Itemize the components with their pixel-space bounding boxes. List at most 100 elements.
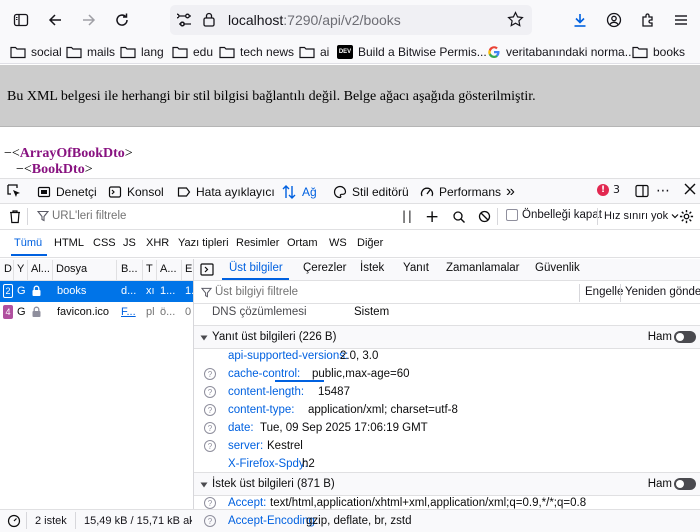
tab-security[interactable]: Güvenlik: [535, 262, 580, 274]
request-initiator-link[interactable]: F...: [121, 306, 141, 318]
extensions-icon[interactable]: [636, 8, 660, 32]
type-filter-fonts[interactable]: Yazı tipleri: [178, 237, 229, 249]
tab-style-editor[interactable]: Stil editörü: [333, 182, 409, 202]
tab-console[interactable]: Konsol: [108, 182, 164, 202]
tab-request[interactable]: İstek: [360, 262, 384, 274]
resend-button[interactable]: Yeniden gönder: [625, 286, 700, 298]
transfer-size: 15,49 kB / 15,71 kB aktar: [84, 515, 192, 527]
help-icon[interactable]: ?: [204, 368, 216, 380]
sidebar-toggle-icon[interactable]: [9, 8, 33, 32]
type-filter-html[interactable]: HTML: [54, 237, 84, 249]
request-transferred: ö...: [160, 306, 176, 318]
tab-inspector[interactable]: Denetçi: [37, 182, 97, 202]
type-filter-xhr[interactable]: XHR: [146, 237, 169, 249]
response-headers-section[interactable]: Yanıt üst bilgileri (226 B) Ham: [194, 325, 700, 349]
request-headers-section[interactable]: İstek üst bilgileri (871 B) Ham: [194, 472, 700, 496]
error-count-badge[interactable]: ! 3: [597, 183, 620, 196]
account-icon[interactable]: [602, 8, 626, 32]
bookmark-veritabani[interactable]: veritabanındaki norma...: [487, 44, 635, 60]
bookmark-mails[interactable]: mails: [66, 44, 115, 60]
disable-cache-checkbox[interactable]: Önbelleği kapat: [506, 209, 602, 221]
type-filter-ws[interactable]: WS: [329, 237, 347, 249]
url-bar[interactable]: localhost:7290/api/v2/books: [170, 5, 532, 35]
bookmark-books[interactable]: books: [632, 44, 685, 60]
checkbox-box[interactable]: [506, 209, 518, 221]
type-filter-media[interactable]: Ortam: [287, 237, 318, 249]
trash-icon[interactable]: [8, 209, 22, 224]
folder-icon: [299, 46, 315, 59]
bookmark-lang[interactable]: lang: [120, 44, 164, 60]
downloads-icon[interactable]: [568, 8, 592, 32]
more-options-icon[interactable]: ⋯: [656, 183, 670, 199]
bookmark-bitwise[interactable]: DEV Build a Bitwise Permis...: [337, 44, 487, 60]
type-filter-all[interactable]: Tümü: [14, 237, 42, 249]
help-icon[interactable]: ?: [204, 515, 216, 527]
bookmark-edu[interactable]: edu: [172, 44, 213, 60]
tab-headers[interactable]: Üst bilgiler: [229, 262, 283, 274]
menu-icon[interactable]: [669, 8, 693, 32]
back-arrow-icon[interactable]: [43, 8, 67, 32]
type-filter-js[interactable]: JS: [123, 237, 136, 249]
element-picker-icon[interactable]: [6, 183, 22, 199]
xml-collapse-toggle[interactable]: −<: [16, 162, 32, 177]
column-divider: [27, 260, 28, 280]
request-header-row: ? Accept-Encoding: gzip, deflate, br, zst…: [194, 513, 700, 531]
block-icon[interactable]: [478, 210, 491, 223]
column-file[interactable]: Dosya: [56, 263, 112, 275]
tab-network[interactable]: Ağ: [281, 182, 317, 202]
lock-icon[interactable]: [202, 11, 216, 27]
help-icon[interactable]: ?: [204, 497, 216, 509]
column-divider: [181, 260, 182, 280]
pause-icon[interactable]: | |: [402, 209, 412, 223]
reload-icon[interactable]: [110, 8, 134, 32]
url-filter-input[interactable]: URL'leri filtrele: [52, 210, 126, 222]
xml-style-notice: Bu XML belgesi ile herhangi bir stil bil…: [0, 65, 700, 127]
help-icon[interactable]: ?: [204, 386, 216, 398]
search-icon[interactable]: [452, 210, 466, 224]
block-button[interactable]: Engelle: [585, 286, 623, 298]
tab-response[interactable]: Yanıt: [403, 262, 429, 274]
tab-debugger[interactable]: Hata ayıklayıcı: [177, 182, 275, 202]
column-status[interactable]: D: [4, 263, 12, 275]
column-size[interactable]: E: [185, 263, 193, 275]
plus-icon[interactable]: +: [425, 207, 439, 227]
forward-arrow-icon[interactable]: [77, 8, 101, 32]
type-filter-other[interactable]: Diğer: [357, 237, 383, 249]
request-row-favicon[interactable]: 4 G favicon.ico F... pl ö... 0: [0, 302, 193, 323]
bookmark-social[interactable]: social: [10, 44, 62, 60]
xml-collapse-toggle[interactable]: −<: [4, 146, 20, 161]
console-icon: [108, 186, 122, 198]
raw-toggle[interactable]: [674, 478, 696, 490]
column-divider: [52, 260, 53, 280]
request-row-books[interactable]: 2 G books d... xı 1... 1...: [0, 281, 193, 302]
column-domain[interactable]: Al...: [31, 263, 51, 275]
header-filter-input[interactable]: Üst bilgiyi filtrele: [215, 286, 298, 298]
help-icon[interactable]: ?: [204, 422, 216, 434]
help-icon[interactable]: ?: [204, 404, 216, 416]
toggle-request-list-icon[interactable]: [200, 263, 214, 276]
more-tabs-chevron-icon[interactable]: »: [506, 182, 515, 202]
type-filter-css[interactable]: CSS: [93, 237, 116, 249]
close-devtools-icon[interactable]: [683, 182, 697, 196]
gear-icon[interactable]: [679, 209, 694, 224]
request-method: G: [17, 306, 26, 318]
dock-side-icon[interactable]: [634, 183, 650, 199]
tab-performance[interactable]: Performans: [420, 182, 501, 202]
bookmark-ai[interactable]: ai: [299, 44, 329, 60]
site-info-icon[interactable]: [177, 12, 193, 28]
column-type[interactable]: T: [146, 263, 154, 275]
bookmark-tech-news[interactable]: tech news: [219, 44, 294, 60]
column-initiator[interactable]: B...: [121, 263, 139, 275]
throttle-select[interactable]: Hız sınırı yok: [604, 210, 679, 222]
tab-timings[interactable]: Zamanlamalar: [446, 262, 520, 274]
column-method[interactable]: Y: [17, 263, 25, 275]
help-icon[interactable]: ?: [204, 440, 216, 452]
bookmark-star-icon[interactable]: [507, 11, 524, 28]
column-transferred[interactable]: A...: [160, 263, 178, 275]
type-filter-images[interactable]: Resimler: [236, 237, 279, 249]
url-text[interactable]: localhost:7290/api/v2/books: [228, 12, 401, 28]
tab-cookies[interactable]: Çerezler: [303, 262, 346, 274]
request-size: 1...: [185, 285, 193, 297]
performance-timer-icon[interactable]: [7, 514, 21, 528]
raw-toggle[interactable]: [674, 331, 696, 343]
